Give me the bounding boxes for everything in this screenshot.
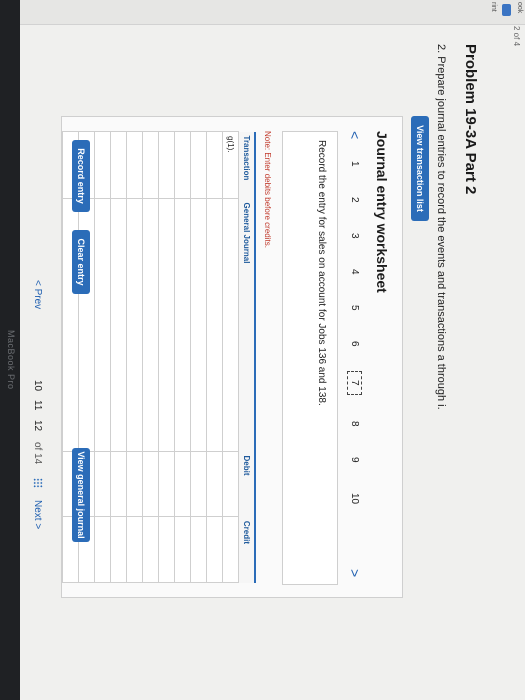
debit-input[interactable] [126,451,143,517]
account-select[interactable] [222,198,239,452]
ebook-icon[interactable] [502,4,511,16]
account-select[interactable] [110,198,127,452]
transaction-cell [126,131,143,199]
pager-page-8[interactable]: 8 [349,421,360,427]
journal-entry-worksheet: Journal entry worksheet < 1 2 3 4 5 6 7 … [61,116,403,598]
page-10-link[interactable]: 10 [32,380,43,391]
account-select[interactable] [158,198,175,452]
credit-input[interactable] [206,516,223,583]
table-row [126,131,143,583]
credit-input[interactable] [126,516,143,583]
table-row [190,131,207,583]
prev-link[interactable]: < Prev [32,280,43,309]
table-row [206,131,223,583]
account-select[interactable] [142,198,159,452]
view-general-journal-button[interactable]: View general journal [72,448,90,542]
screen: ook rint 2 of 4 Problem 19-3A Part 2 2. … [0,0,525,700]
debit-input[interactable] [158,451,175,517]
top-bar: 2 of 4 [503,24,525,700]
account-select[interactable] [190,198,207,452]
laptop-bezel: MacBook Pro [0,0,20,700]
table-row [94,131,111,583]
table-row [142,131,159,583]
journal-table: Transaction General Journal Debit Credit… [62,131,256,583]
worksheet-pager: < 1 2 3 4 5 6 7 8 9 10 > [342,131,364,583]
transaction-cell [110,131,127,199]
debit-input[interactable] [110,451,127,517]
ebook-link[interactable]: ook [516,2,523,13]
col-credit: Credit [238,516,255,583]
transaction-cell [94,131,111,199]
transaction-cell [190,131,207,199]
problem-instruction: 2. Prepare journal entries to record the… [435,44,447,410]
page-indicator: 2 of 4 [512,26,521,47]
pager-page-1[interactable]: 1 [349,161,360,167]
bottom-pagination: < Prev 10 11 12 of 14 Next > [25,280,47,660]
account-select[interactable] [174,198,191,452]
debit-input[interactable] [142,451,159,517]
problem-title: Problem 19-3A Part 2 [462,44,479,195]
col-general-journal: General Journal [238,198,255,452]
page-11-link[interactable]: 11 [32,400,43,410]
next-link[interactable]: Next > [32,500,43,529]
debit-input[interactable] [174,451,191,517]
credit-input[interactable] [174,516,191,583]
account-select[interactable] [94,198,111,452]
record-entry-button[interactable]: Record entry [72,140,90,212]
debit-input[interactable] [94,451,111,517]
pager-page-4[interactable]: 4 [349,269,360,275]
page-total: of 14 [32,442,43,465]
entry-description: Record the entry for sales on account fo… [316,140,327,406]
debit-input[interactable] [222,451,239,517]
debit-input[interactable] [190,451,207,517]
transaction-cell [158,131,175,199]
pager-page-9[interactable]: 9 [349,457,360,463]
left-rail: ook rint [0,0,525,25]
credit-input[interactable] [110,516,127,583]
pager-page-7-current[interactable]: 7 [347,371,362,395]
entry-description-box: Record the entry for sales on account fo… [282,131,338,585]
journal-header-row: Transaction General Journal Debit Credit [238,131,255,583]
col-transaction: Transaction [238,131,255,199]
pager-page-10[interactable]: 10 [349,493,360,504]
debit-credit-note: Note: Enter debits before credits. [263,131,272,248]
credit-input[interactable] [142,516,159,583]
col-debit: Debit [238,451,255,517]
credit-input[interactable] [222,516,239,583]
view-transaction-list-button[interactable]: View transaction list [411,116,429,221]
table-row [174,131,191,583]
grid-icon[interactable] [33,478,43,488]
table-row [158,131,175,583]
page-12-link[interactable]: 12 [32,420,43,431]
account-select[interactable] [126,198,143,452]
pager-page-3[interactable]: 3 [349,233,360,239]
pager-page-2[interactable]: 2 [349,197,360,203]
table-row [110,131,127,583]
pager-page-5[interactable]: 5 [349,305,360,311]
macbook-label: MacBook Pro [6,330,16,390]
worksheet-title: Journal entry worksheet [374,131,390,293]
clear-entry-button[interactable]: Clear entry [72,230,90,294]
credit-input[interactable] [158,516,175,583]
transaction-cell [142,131,159,199]
print-link[interactable]: rint [490,2,497,12]
pager-page-6[interactable]: 6 [349,341,360,347]
transaction-cell [174,131,191,199]
credit-input[interactable] [94,516,111,583]
transaction-label: g(1). [222,131,239,199]
table-row: g(1). [222,131,239,583]
account-select[interactable] [206,198,223,452]
transaction-cell [206,131,223,199]
pager-next-arrow[interactable]: > [347,569,363,577]
debit-input[interactable] [206,451,223,517]
pager-prev-arrow[interactable]: < [347,131,363,139]
credit-input[interactable] [190,516,207,583]
